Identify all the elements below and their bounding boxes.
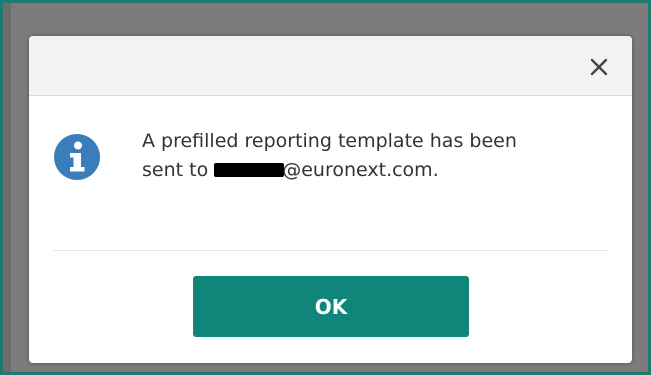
close-icon — [590, 58, 608, 76]
backdrop-edge — [3, 3, 11, 372]
email-domain: @euronext.com. — [282, 159, 439, 181]
info-icon — [54, 134, 100, 180]
dialog-header — [29, 36, 632, 96]
dialog-divider — [53, 250, 608, 251]
close-button[interactable] — [584, 52, 614, 82]
dialog-message: A prefilled reporting template has been … — [142, 127, 602, 185]
ok-button[interactable]: OK — [193, 276, 469, 337]
message-line-2: sent to @euronext.com. — [142, 156, 602, 185]
redacted-text — [214, 163, 285, 177]
message-prefix: sent to — [142, 159, 215, 181]
message-line-1: A prefilled reporting template has been — [142, 130, 517, 152]
info-dialog: A prefilled reporting template has been … — [29, 36, 632, 363]
